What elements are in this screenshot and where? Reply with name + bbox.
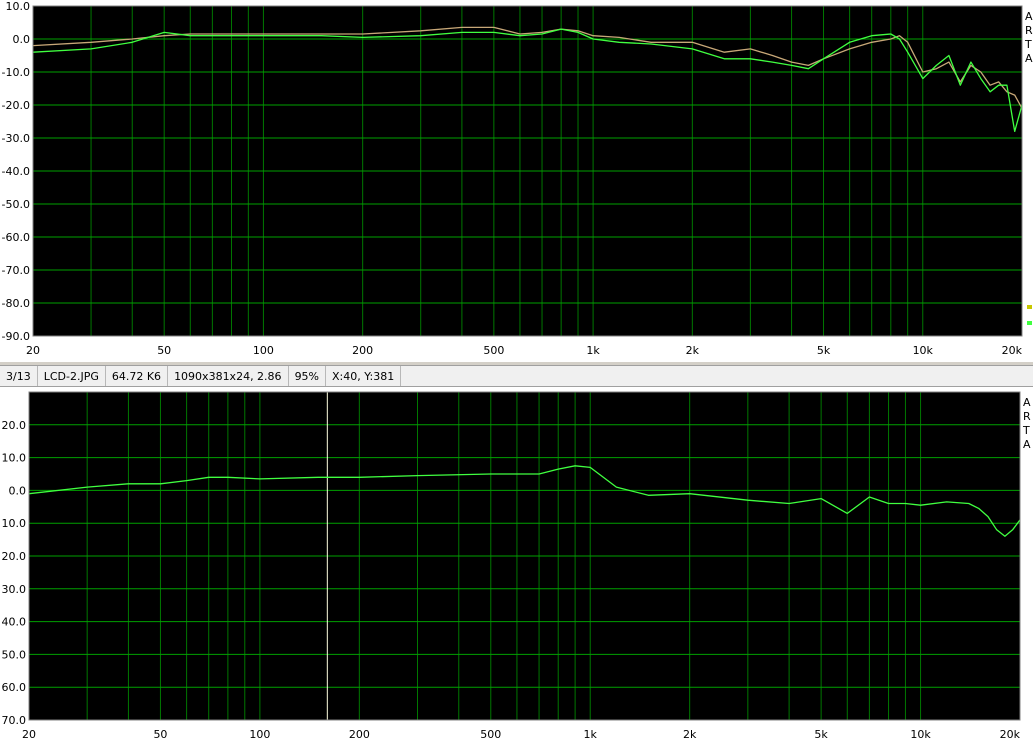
status-filesize: 64.72 K6 (106, 366, 169, 386)
x-tick-label: 5k (814, 728, 828, 741)
y-tick-label: -60.0 (2, 231, 30, 244)
side-label: T (1024, 38, 1032, 51)
x-tick-label: 500 (480, 728, 501, 741)
x-tick-label: 200 (352, 344, 373, 357)
top-frequency-response-chart: 10.0 0.0 -10.0 -20.0 -30.0 -40.0 -50.0 -60.0 -70… (2, 0, 1033, 357)
y-tick-label: 40.0 (2, 616, 27, 629)
x-tick-label: 500 (483, 344, 504, 357)
side-label: A (1023, 396, 1031, 409)
y-tick-label: 20.0 (2, 419, 27, 432)
x-tick-label: 1k (586, 344, 600, 357)
status-cursor: X:40, Y:381 (326, 366, 402, 386)
side-label: A (1023, 438, 1031, 451)
y-tick-label: -90.0 (2, 330, 30, 343)
x-tick-label: 100 (249, 728, 270, 741)
y-tick-label: 30.0 (2, 583, 27, 596)
x-tick-label: 20k (1000, 728, 1021, 741)
y-tick-label: 20.0 (2, 550, 27, 563)
x-tick-label: 2k (683, 728, 697, 741)
y-tick-label: 10.0 (2, 517, 27, 530)
y-tick-label: -50.0 (2, 198, 30, 211)
y-tick-label: -80.0 (2, 297, 30, 310)
y-tick-label: -30.0 (2, 132, 30, 145)
side-label: A (1025, 52, 1033, 65)
x-tick-label: 100 (253, 344, 274, 357)
status-dimensions: 1090x381x24, 2.86 (168, 366, 289, 386)
status-filename: LCD-2.JPG (38, 366, 106, 386)
x-tick-label: 50 (157, 344, 171, 357)
legend-marker (1027, 305, 1032, 309)
y-tick-label: 0.0 (13, 33, 31, 46)
x-tick-label: 20 (26, 344, 40, 357)
x-tick-label: 20k (1002, 344, 1023, 357)
bottom-chart-panel: 20.0 10.0 0.0 10.0 20.0 30.0 40.0 50.0 60.0 70.0 2… (0, 390, 1033, 746)
x-tick-label: 200 (349, 728, 370, 741)
y-tick-label: -40.0 (2, 165, 30, 178)
y-tick-label: 50.0 (2, 648, 27, 661)
legend-marker (1027, 321, 1032, 325)
y-tick-label: 70.0 (2, 714, 27, 727)
y-tick-label: 10.0 (2, 452, 27, 465)
y-tick-label: 0.0 (9, 484, 27, 497)
side-label: T (1022, 424, 1030, 437)
x-tick-label: 10k (910, 728, 931, 741)
y-tick-label: 60.0 (2, 681, 27, 694)
x-tick-label: 10k (913, 344, 934, 357)
x-tick-label: 2k (686, 344, 700, 357)
y-tick-label: -10.0 (2, 66, 30, 79)
side-label: R (1023, 410, 1031, 423)
bottom-frequency-response-chart: 20.010.00.010.020.030.040.050.060.070.02… (2, 391, 1031, 741)
top-chart-panel: 10.0 0.0 -10.0 -20.0 -30.0 -40.0 -50.0 -60.0 -70… (0, 0, 1033, 362)
side-label: A (1025, 10, 1033, 23)
status-bar: 3/13 LCD-2.JPG 64.72 K6 1090x381x24, 2.8… (0, 365, 1033, 387)
y-tick-label: -70.0 (2, 264, 30, 277)
status-zoom: 95% (289, 366, 327, 386)
x-tick-label: 20 (22, 728, 36, 741)
x-tick-label: 1k (584, 728, 598, 741)
y-tick-label: 10.0 (6, 0, 31, 13)
side-label: R (1025, 24, 1033, 37)
x-tick-label: 50 (153, 728, 167, 741)
x-tick-label: 5k (817, 344, 831, 357)
status-index: 3/13 (0, 366, 38, 386)
y-tick-label: -20.0 (2, 99, 30, 112)
